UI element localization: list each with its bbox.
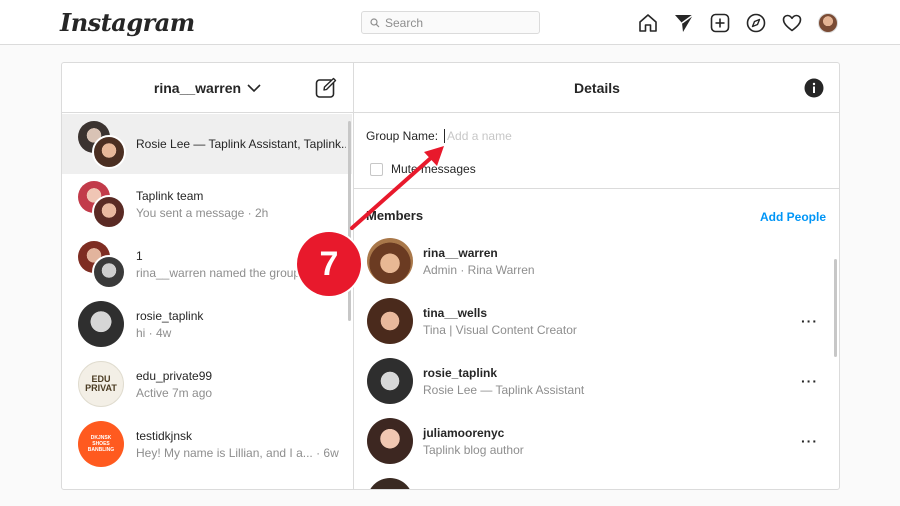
avatar: [78, 301, 124, 347]
edu-logo-text: EDU PRIVAT: [85, 374, 117, 393]
mute-messages-checkbox[interactable]: [370, 162, 383, 176]
avatar: [367, 238, 413, 284]
explore-icon[interactable]: [745, 12, 767, 34]
avatar: [367, 478, 413, 489]
details-title: Details: [574, 79, 620, 96]
conversation-preview: Active 7m ago: [136, 385, 213, 400]
divider: [354, 188, 839, 189]
search-box[interactable]: [361, 11, 540, 34]
conversation-item[interactable]: Taplink team You sent a message · 2h: [62, 174, 352, 234]
instagram-logo[interactable]: Instagram: [60, 8, 195, 37]
group-name-label: Group Name:: [366, 129, 439, 143]
conversation-preview: You sent a message · 2h: [136, 205, 269, 220]
group-name-row: Group Name:: [366, 129, 595, 143]
conversation-name: testidkjnsk: [136, 428, 193, 443]
top-navigation-bar: Instagram: [0, 0, 900, 45]
conversation-item[interactable]: rosie_taplink hi · 4w: [62, 294, 352, 354]
member-subtitle: Rosie Lee — Taplink Assistant: [423, 382, 585, 397]
members-list: rina__warren Admin · Rina Warren tina__w…: [354, 231, 839, 489]
group-avatar: [78, 181, 126, 229]
avatar: [818, 13, 838, 33]
nav-icons: [637, 12, 839, 34]
conversation-item[interactable]: Rosie Lee — Taplink Assistant, Taplink..…: [62, 114, 352, 174]
member-username: rosie_taplink: [423, 365, 498, 380]
conversation-list[interactable]: Rosie Lee — Taplink Assistant, Taplink..…: [62, 114, 352, 489]
group-avatar: [78, 241, 126, 289]
member-row[interactable]: rina__warren Admin · Rina Warren: [354, 231, 839, 291]
member-subtitle: Tina | Visual Content Creator: [423, 322, 577, 337]
conversation-name: Taplink team: [136, 188, 204, 203]
conversation-preview: Hey! My name is Lillian, and I a... · 6w: [136, 445, 339, 460]
mute-messages-label: Mute messages: [391, 162, 476, 176]
avatar: [367, 418, 413, 464]
more-options-icon[interactable]: ···: [801, 373, 818, 389]
shop-logo-avatar: DKJNSK SHOES BANBLING: [78, 421, 124, 467]
member-subtitle: Taplink blog author: [423, 442, 524, 457]
conversation-item[interactable]: DKJNSK SHOES BANBLING testidkjnsk Hey! M…: [62, 414, 352, 474]
conversation-name: rosie_taplink: [136, 308, 204, 323]
more-options-icon[interactable]: ···: [801, 313, 818, 329]
avatar: [367, 298, 413, 344]
member-subtitle: Admin · Rina Warren: [423, 262, 535, 277]
direct-messages-panel: rina__warren Rosie Lee — Taplink Assista…: [61, 62, 840, 490]
new-message-icon[interactable]: [315, 77, 337, 99]
group-name-input[interactable]: [444, 129, 595, 143]
details-header: Details: [354, 63, 839, 113]
more-options-icon[interactable]: ···: [801, 433, 818, 449]
search-input[interactable]: [385, 15, 525, 30]
members-heading: Members: [366, 208, 424, 223]
add-people-button[interactable]: Add People: [760, 210, 826, 224]
chevron-down-icon[interactable]: [247, 83, 261, 93]
scrollbar[interactable]: [834, 259, 837, 357]
member-row[interactable]: tina__wells Tina | Visual Content Creato…: [354, 291, 839, 351]
mute-messages-row[interactable]: Mute messages: [370, 162, 476, 176]
member-username: rina__warren: [423, 245, 498, 260]
conversation-preview: hi · 4w: [136, 325, 172, 340]
conversation-name: edu_private99: [136, 368, 213, 383]
member-row[interactable]: juliamoorenyc Taplink blog author ···: [354, 411, 839, 471]
member-username: juliamoorenyc: [423, 425, 505, 440]
step-number-badge: 7: [297, 232, 361, 296]
group-avatar: [78, 121, 126, 169]
heart-icon[interactable]: [781, 12, 803, 34]
inbox-header: rina__warren: [62, 63, 353, 113]
new-post-icon[interactable]: [709, 12, 731, 34]
direct-icon[interactable]: [673, 12, 695, 34]
avatar: [367, 358, 413, 404]
search-icon: [370, 17, 380, 27]
info-icon[interactable]: [804, 78, 824, 98]
scrollbar[interactable]: [348, 121, 351, 321]
member-row[interactable]: rosie_taplink Rosie Lee — Taplink Assist…: [354, 351, 839, 411]
member-username: tina__wells: [423, 305, 488, 320]
conversation-item[interactable]: EDU PRIVAT edu_private99 Active 7m ago: [62, 354, 352, 414]
edu-logo-avatar: EDU PRIVAT: [78, 361, 124, 407]
member-row[interactable]: [354, 471, 839, 489]
details-pane: Details Group Name: Mute messages Member…: [354, 63, 839, 489]
conversation-name: Rosie Lee — Taplink Assistant, Taplink..…: [136, 137, 346, 151]
profile-avatar-icon[interactable]: [817, 12, 839, 34]
account-username[interactable]: rina__warren: [154, 80, 241, 96]
shop-logo-text: DKJNSK SHOES BANBLING: [87, 435, 115, 453]
home-icon[interactable]: [637, 12, 659, 34]
